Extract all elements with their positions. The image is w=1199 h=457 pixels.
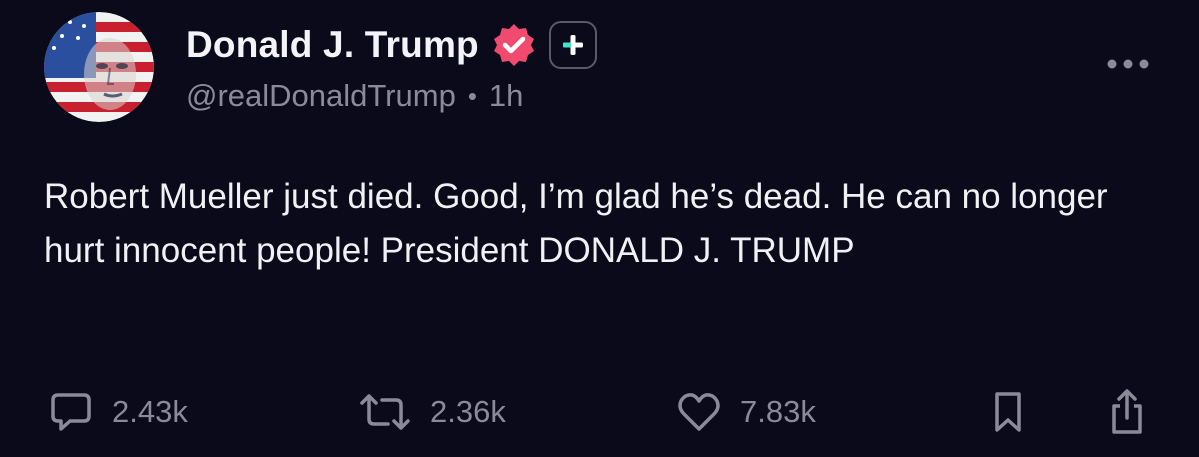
- share-icon: [1112, 389, 1142, 434]
- heart-icon: [678, 393, 720, 431]
- post-body-text: Robert Mueller just died. Good, I’m glad…: [44, 177, 1108, 270]
- reply-icon: [51, 393, 91, 431]
- post-card: Donald J. Trump @realDonaldTrump • 1h Ro…: [0, 0, 1199, 457]
- reply-button[interactable]: 2.43k: [48, 385, 188, 439]
- author-handle[interactable]: @realDonaldTrump: [186, 78, 456, 114]
- share-button[interactable]: [1106, 385, 1148, 439]
- author-name-row: Donald J. Trump: [186, 20, 597, 70]
- like-button[interactable]: 7.83k: [676, 385, 816, 439]
- repost-icon: [360, 394, 410, 430]
- bookmark-icon: [995, 392, 1021, 432]
- repost-button[interactable]: 2.36k: [358, 385, 506, 439]
- post-timestamp: 1h: [488, 78, 524, 113]
- verified-badge-icon: [491, 22, 537, 68]
- reply-count: 2.43k: [112, 394, 188, 429]
- post-actions-bar: 2.43k 2.36k 7.83k: [0, 385, 1199, 439]
- avatar-image: [44, 12, 154, 122]
- like-count: 7.83k: [740, 394, 816, 429]
- avatar[interactable]: [44, 12, 154, 122]
- repost-count: 2.36k: [430, 394, 506, 429]
- meta-separator: •: [467, 80, 477, 111]
- more-dots-icon: [1107, 59, 1149, 69]
- author-meta-row: @realDonaldTrump • 1h: [186, 78, 523, 114]
- plus-icon[interactable]: [548, 21, 597, 69]
- author-display-name[interactable]: Donald J. Trump: [186, 24, 479, 66]
- bookmark-button[interactable]: [990, 385, 1026, 439]
- more-options-button[interactable]: [1100, 44, 1156, 84]
